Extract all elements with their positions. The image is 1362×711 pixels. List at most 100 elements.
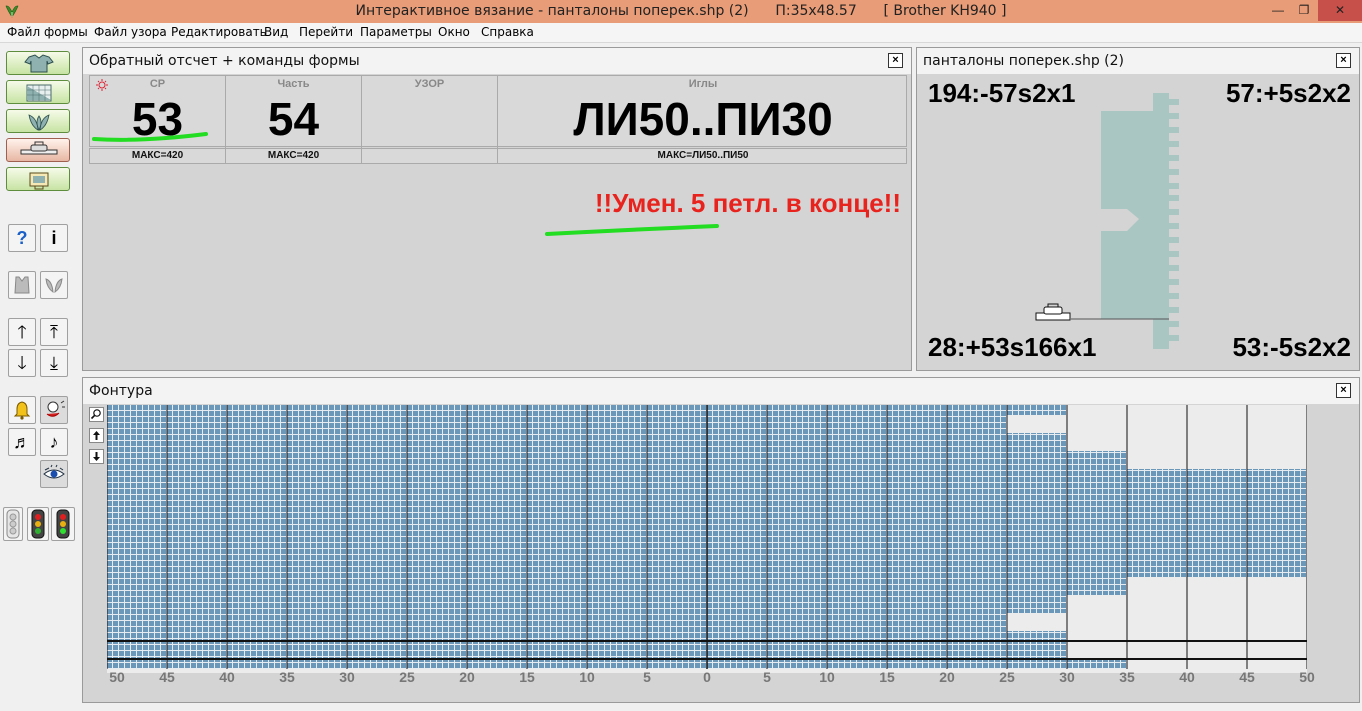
menu-view[interactable]: Вид [264,25,288,39]
arrow-up-icon [93,431,100,440]
counter-grid: СР 53 Часть 54 УЗОР Иглы ЛИ50..ПИ30 [89,75,907,148]
info-button[interactable]: i [40,224,68,252]
pattern-cell: УЗОР [362,76,498,148]
menu-file-pattern[interactable]: Файл узора [94,25,167,39]
shape-panel: панталоны поперек.shp (2) × 194:-57s2x1 … [916,47,1360,371]
eye-icon [43,464,65,479]
garment-disabled-button [8,271,36,299]
traffic-light-green-button[interactable] [51,507,75,541]
go-top-button[interactable]: ⤒ [40,318,68,346]
shape-panel-title: панталоны поперек.shp (2) [923,53,1125,69]
shape-chart-button[interactable] [6,80,70,104]
garment-shape-button[interactable] [6,51,70,75]
needle-axis-label: 15 [519,669,535,685]
pattern-button[interactable] [6,109,70,133]
shape-instruction: !!Умен. 5 петл. в конце!! [594,188,901,218]
traffic-light-red-icon [31,509,45,539]
help-button[interactable]: ? [8,224,36,252]
window-title: Интерактивное вязание - панталоны попере… [355,3,1007,19]
row-counter-label: СР [149,78,166,90]
instruction-highlight-mark [545,224,719,236]
go-bottom-button[interactable]: ⤓ [40,349,68,377]
needle-axis-label: 35 [1119,669,1135,685]
sweater-icon [24,54,54,73]
close-window-button[interactable]: ✕ [1318,0,1362,21]
top-left-shape-label: 194:-57s2x1 [928,78,1076,108]
counter-panel: Обратный отсчет + команды формы × СР 53 … [82,47,912,371]
needle-axis-label: 25 [399,669,415,685]
needle-axis-label: 40 [1179,669,1195,685]
needle-axis-label: 5 [643,669,651,685]
top-right-shape-label: 57:+5s2x2 [1225,78,1351,108]
traffic-light-green-icon [56,509,70,539]
leaves-icon [28,114,50,131]
menu-window[interactable]: Окно [438,25,470,39]
shape-panel-header: панталоны поперек.shp (2) × [917,48,1359,74]
note-button[interactable]: ♪ [40,428,68,456]
menu-file-shape[interactable]: Файл формы [7,25,88,39]
row-up-button[interactable]: 🡑 [8,318,36,346]
voice-button[interactable] [40,396,68,424]
needle-axis-label: 20 [459,669,475,685]
chart-grid-icon [26,84,52,102]
scroll-down-button[interactable] [89,449,104,464]
menu-help[interactable]: Справка [481,25,534,39]
title-bar: Интерактивное вязание - панталоны попере… [0,0,1362,23]
pattern-disabled-button [40,271,68,299]
left-toolbar: ? i 🡑 ⤒ 🡓 ⤓ ♬ ♪ [0,44,80,711]
monitor-icon [29,172,49,190]
menu-edit[interactable]: Редактировать [171,25,267,39]
magnifier-icon [90,409,101,420]
traffic-light-off-icon [6,509,20,539]
part-counter-value: 54 [267,93,320,145]
needles-label: Иглы [688,78,718,90]
shape-panel-close-button[interactable]: × [1336,53,1351,68]
menu-options[interactable]: Параметры [360,25,432,39]
counter-panel-title: Обратный отсчет + команды формы [89,53,360,69]
row-highlight-mark [92,132,208,142]
needle-bed-panel-header: Фонтура × [83,378,1359,404]
vest-icon [14,276,30,294]
counter-panel-header: Обратный отсчет + команды формы × [83,48,911,74]
carriage-position-icon [1035,303,1169,321]
needle-axis-label: 45 [1239,669,1255,685]
screen-view-button[interactable] [6,167,70,191]
needles-value: ЛИ50..ПИ30 [573,93,833,145]
needle-axis-label: 50 [1299,669,1315,685]
pattern-max-label [362,149,498,163]
needle-axis: 50 45 40 35 30 25 20 15 10 5 0 5 10 15 20 25 30 35 40 45 50 [107,403,1315,703]
bell-button[interactable] [8,396,36,424]
maximize-button[interactable]: ❐ [1292,0,1316,21]
needle-bed-panel-title: Фонтура [89,383,153,399]
needle-axis-label: 45 [159,669,175,685]
bell-icon [13,401,31,420]
arrow-down-icon [93,452,100,461]
part-counter-label: Часть [277,78,310,90]
minimize-button[interactable]: — [1266,0,1290,21]
traffic-light-red-button[interactable] [27,507,49,541]
row-max-label: МАКС=420 [90,149,226,163]
needle-axis-label: 0 [703,669,711,685]
menu-bar: Файл формы Файл узора Редактировать Вид … [0,23,1362,43]
sound-button[interactable]: ♬ [8,428,36,456]
counter-max-row: МАКС=420 МАКС=420 МАКС=ЛИ50..ПИ50 [89,148,907,164]
needle-axis-label: 30 [339,669,355,685]
needle-axis-label: 25 [999,669,1015,685]
speaking-face-icon [46,400,65,417]
bottom-left-shape-label: 28:+53s166x1 [928,332,1097,362]
counter-panel-close-button[interactable]: × [888,53,903,68]
needle-axis-label: 30 [1059,669,1075,685]
needle-axis-label: 15 [879,669,895,685]
needle-bed-panel-close-button[interactable]: × [1336,383,1351,398]
bottom-right-shape-label: 53:-5s2x2 [1232,332,1351,362]
traffic-light-off-button[interactable] [3,507,23,541]
zoom-button[interactable] [89,407,104,422]
scroll-up-button[interactable] [89,428,104,443]
knitting-carriage-button[interactable] [6,138,70,162]
row-down-button[interactable]: 🡓 [8,349,36,377]
needle-axis-label: 20 [939,669,955,685]
eye-button[interactable] [40,460,68,488]
menu-go[interactable]: Перейти [299,25,353,39]
pattern-label: УЗОР [414,78,445,90]
needle-axis-label: 10 [819,669,835,685]
